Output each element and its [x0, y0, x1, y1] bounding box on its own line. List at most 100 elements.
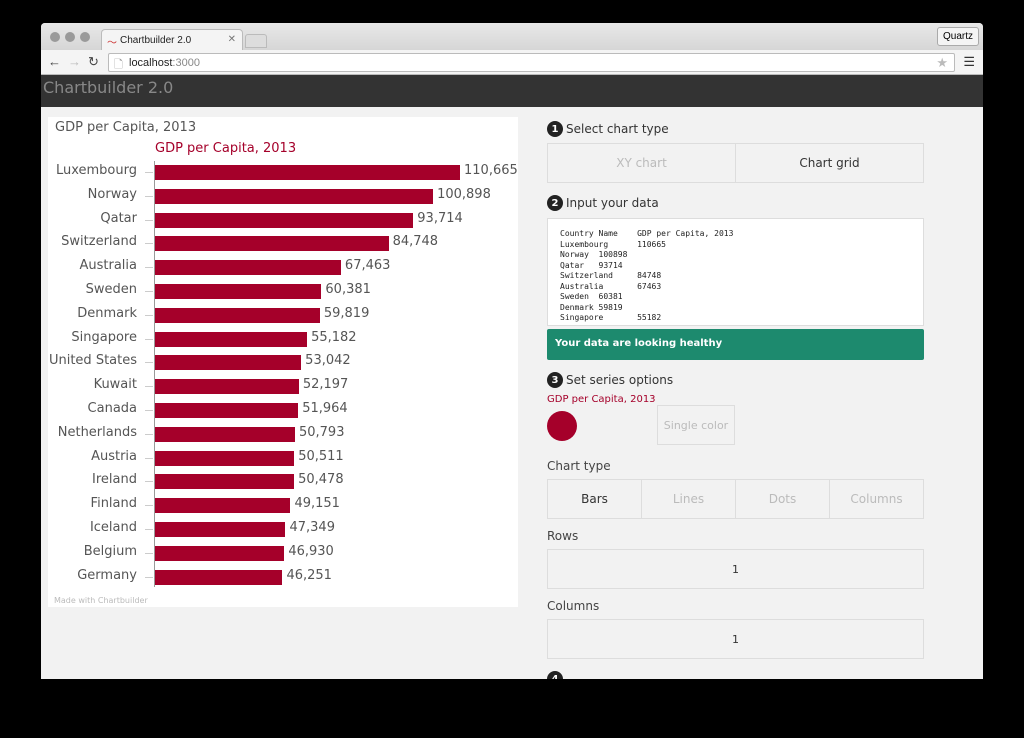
category-label: Belgium	[83, 543, 137, 559]
rows-input[interactable]: 1	[547, 549, 924, 589]
chart-title: GDP per Capita, 2013	[55, 120, 197, 135]
single-color-button[interactable]: Single color	[657, 405, 735, 445]
bookmark-star-icon[interactable]: ★	[936, 55, 948, 71]
tab-title: Chartbuilder 2.0	[120, 35, 192, 46]
back-icon[interactable]: ←	[48, 54, 61, 69]
value-label: 51,964	[302, 401, 348, 416]
category-label: Ireland	[92, 472, 137, 488]
lines-button[interactable]: Lines	[642, 480, 736, 518]
value-label: 46,930	[288, 543, 334, 559]
axis-tick	[145, 172, 153, 173]
value-label: 59,819	[323, 305, 370, 321]
bar	[155, 474, 295, 490]
close-window-button[interactable]	[50, 32, 60, 42]
axis-tick	[145, 243, 153, 245]
bar	[155, 355, 302, 371]
category-label: Canada	[87, 401, 137, 416]
value-label: 52,197	[302, 377, 349, 393]
category-label: Qatar	[100, 210, 137, 226]
value-label: 53,042	[305, 353, 351, 369]
value-label: 49,151	[294, 496, 340, 512]
reload-icon[interactable]: ↻	[88, 54, 99, 70]
category-label: Netherlands	[57, 424, 137, 440]
axis-tick	[145, 410, 153, 411]
chart-type-selector: XY chart Chart grid	[547, 143, 924, 183]
columns-input[interactable]: 1	[547, 619, 924, 659]
bar	[155, 498, 291, 514]
category-label: Singapore	[71, 329, 137, 345]
rows-label: Rows	[547, 529, 579, 543]
columns-button[interactable]: Columns	[830, 480, 923, 518]
axis-tick	[145, 576, 153, 578]
axis-tick	[145, 481, 153, 483]
bars-button[interactable]: Bars	[548, 480, 642, 518]
category-label: Iceland	[89, 520, 137, 535]
bar	[155, 212, 414, 228]
bar	[155, 165, 460, 180]
browser-tab[interactable]: 〜 Chartbuilder 2.0 ✕	[101, 29, 243, 50]
forward-icon[interactable]: →	[68, 54, 81, 69]
editor-panel: 1 Select chart type XY chart Chart grid 2…	[547, 117, 924, 679]
bar	[155, 450, 295, 466]
axis-tick	[145, 529, 153, 530]
category-label: Sweden	[85, 282, 137, 297]
chart-preview: GDP per Capita, 2013 GDP per Capita, 201…	[48, 117, 518, 607]
zoom-window-button[interactable]	[80, 32, 90, 42]
close-tab-icon[interactable]: ✕	[228, 34, 236, 45]
step-number: 1	[547, 121, 563, 137]
category-label: Australia	[79, 258, 137, 274]
profile-button[interactable]: Quartz	[936, 27, 979, 46]
bar	[155, 307, 320, 323]
value-label: 60,381	[325, 282, 371, 297]
step3-title: Set series options	[566, 373, 674, 387]
xy-chart-button[interactable]: XY chart	[548, 144, 736, 182]
bar	[155, 188, 434, 204]
category-label: Switzerland	[61, 234, 137, 250]
bar	[155, 284, 322, 299]
series-type-selector: Bars Lines Dots Columns	[547, 479, 924, 519]
data-status-alert: Your data are looking healthy	[547, 329, 924, 360]
axis-tick	[145, 195, 153, 197]
value-label: 55,182	[311, 329, 357, 345]
series-color-swatch[interactable]	[547, 411, 577, 441]
bar	[155, 403, 299, 418]
series-legend-label: GDP per Capita, 2013	[155, 141, 297, 156]
menu-icon[interactable]: ☰	[963, 54, 975, 70]
value-label: 67,463	[344, 258, 391, 274]
credit-text: Made with Chartbuilder	[54, 596, 148, 605]
page-icon: 🗋	[114, 59, 123, 71]
url-port: :3000	[172, 57, 200, 69]
value-label: 93,714	[417, 210, 463, 226]
axis-tick	[145, 433, 153, 435]
value-label: 46,251	[286, 567, 332, 583]
step-number: 2	[547, 195, 563, 211]
browser-window: 〜 Chartbuilder 2.0 ✕ Quartz ← → ↻ 🗋 loca…	[41, 23, 983, 679]
step1-title: Select chart type	[566, 122, 669, 136]
chart-favicon-icon: 〜	[107, 38, 117, 49]
category-label: Luxembourg	[55, 163, 137, 178]
axis-tick	[145, 552, 153, 554]
bar	[155, 236, 389, 252]
category-label: United States	[48, 353, 137, 369]
category-label: Denmark	[77, 305, 137, 321]
chart-type-label: Chart type	[547, 459, 611, 473]
app-header: Chartbuilder 2.0	[41, 75, 983, 107]
bar	[155, 569, 283, 585]
category-label: Finland	[90, 496, 137, 512]
data-input[interactable]: Country Name GDP per Capita, 2013 Luxemb…	[547, 218, 924, 326]
bar	[155, 331, 308, 347]
address-bar: ← → ↻ 🗋 localhost:3000 ★ ☰	[41, 50, 983, 75]
columns-label: Columns	[547, 599, 600, 613]
new-tab-button[interactable]	[245, 34, 267, 48]
series-name[interactable]: GDP per Capita, 2013	[547, 394, 924, 405]
url-input[interactable]: 🗋 localhost:3000 ★	[108, 53, 955, 72]
value-label: 47,349	[289, 520, 335, 535]
app-title: Chartbuilder 2.0	[43, 78, 174, 97]
url-host: localhost	[129, 57, 173, 69]
chart-grid-button[interactable]: Chart grid	[736, 144, 923, 182]
dots-button[interactable]: Dots	[736, 480, 830, 518]
axis-tick	[145, 386, 153, 388]
bar	[155, 522, 286, 537]
minimize-window-button[interactable]	[65, 32, 75, 42]
value-label: 50,793	[298, 424, 345, 440]
